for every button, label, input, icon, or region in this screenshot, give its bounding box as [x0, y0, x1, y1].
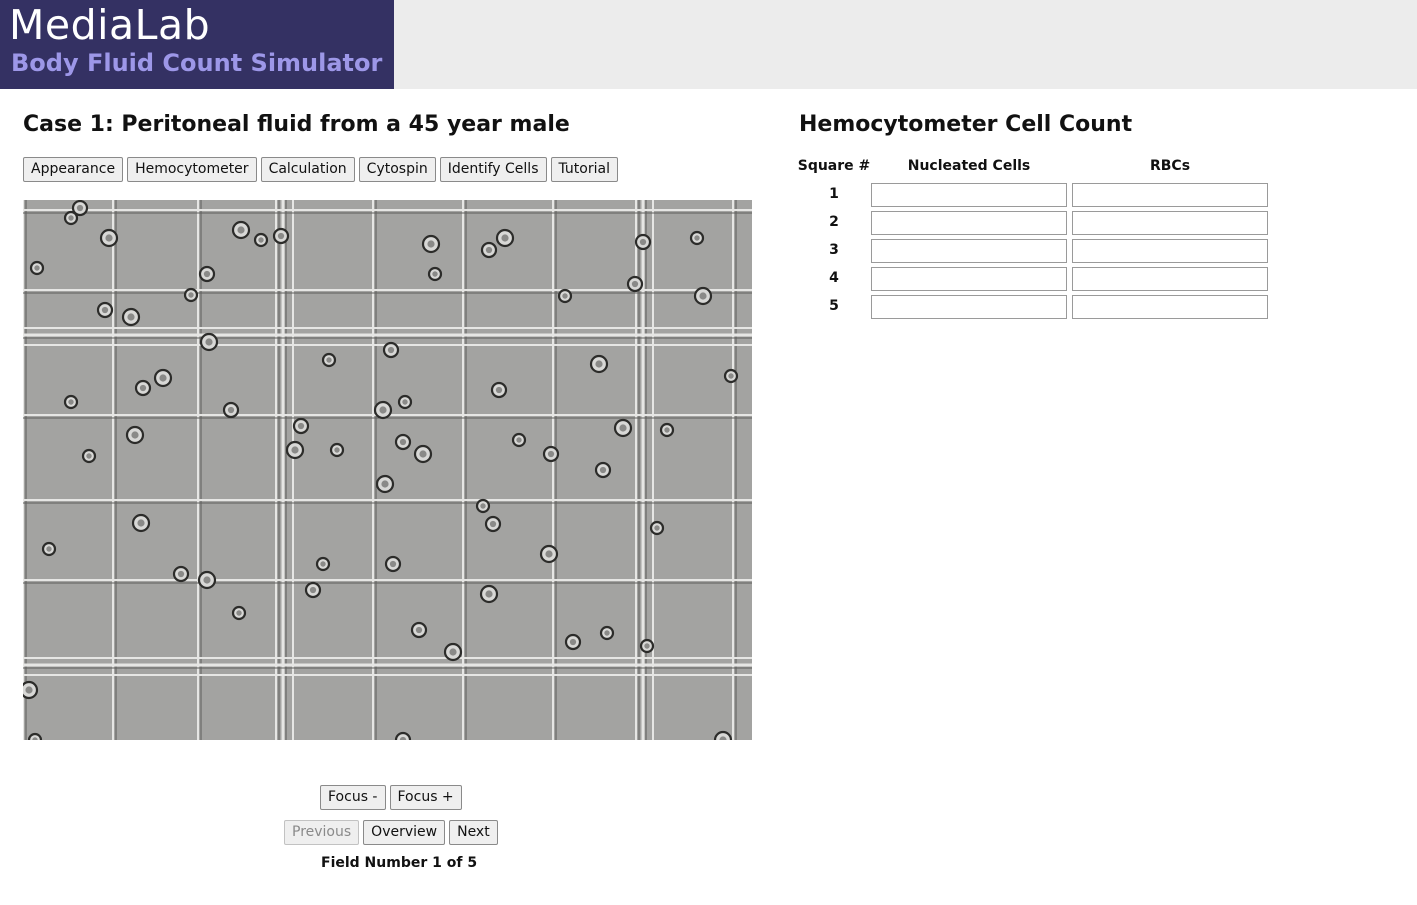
nucleated-count-input[interactable] [871, 267, 1067, 291]
logo-title: MediaLab [9, 1, 211, 49]
micrograph-image [23, 200, 752, 740]
field-navigation: Previous Overview Next [284, 820, 498, 845]
case-title: Case 1: Peritoneal fluid from a 45 year … [23, 112, 570, 137]
logo-subtitle: Body Fluid Count Simulator [11, 49, 383, 77]
square-number: 1 [829, 186, 839, 202]
rbcs-header: RBCs [1149, 158, 1191, 174]
appearance-button[interactable]: Appearance [23, 157, 124, 182]
rbc-count-input[interactable] [1072, 267, 1268, 291]
square-number: 5 [829, 298, 839, 314]
rbc-count-input[interactable] [1072, 183, 1268, 207]
hemocytometer-micrograph [23, 200, 752, 740]
calculation-button[interactable]: Calculation [260, 157, 355, 182]
top-banner: MediaLab Body Fluid Count Simulator [0, 0, 1417, 89]
square-number: 2 [829, 214, 839, 230]
rbc-count-input[interactable] [1072, 211, 1268, 235]
nucleated-count-input[interactable] [871, 183, 1067, 207]
focus-minus-button[interactable]: Focus - [320, 785, 386, 810]
square-number: 3 [829, 242, 839, 258]
rbc-count-input[interactable] [1072, 295, 1268, 319]
next-button[interactable]: Next [449, 820, 498, 845]
medialab-logo: MediaLab Body Fluid Count Simulator [0, 0, 394, 89]
previous-button[interactable]: Previous [284, 820, 360, 845]
nucleated-count-input[interactable] [871, 295, 1067, 319]
nucleated-count-input[interactable] [871, 239, 1067, 263]
nucleated-count-input[interactable] [871, 211, 1067, 235]
identify-cells-button[interactable]: Identify Cells [439, 157, 547, 182]
nucleated-header: Nucleated Cells [907, 158, 1031, 174]
square-header: Square # [797, 158, 871, 174]
count-title: Hemocytometer Cell Count [799, 112, 1133, 137]
field-number-label: Field Number 1 of 5 [321, 855, 478, 871]
hemocytometer-button[interactable]: Hemocytometer [127, 157, 257, 182]
square-number: 4 [829, 270, 839, 286]
section-nav: Appearance Hemocytometer Calculation Cyt… [23, 157, 618, 182]
cytospin-button[interactable]: Cytospin [358, 157, 436, 182]
tutorial-button[interactable]: Tutorial [550, 157, 618, 182]
focus-controls: Focus - Focus + [320, 785, 462, 810]
overview-button[interactable]: Overview [363, 820, 446, 845]
focus-plus-button[interactable]: Focus + [389, 785, 462, 810]
rbc-count-input[interactable] [1072, 239, 1268, 263]
